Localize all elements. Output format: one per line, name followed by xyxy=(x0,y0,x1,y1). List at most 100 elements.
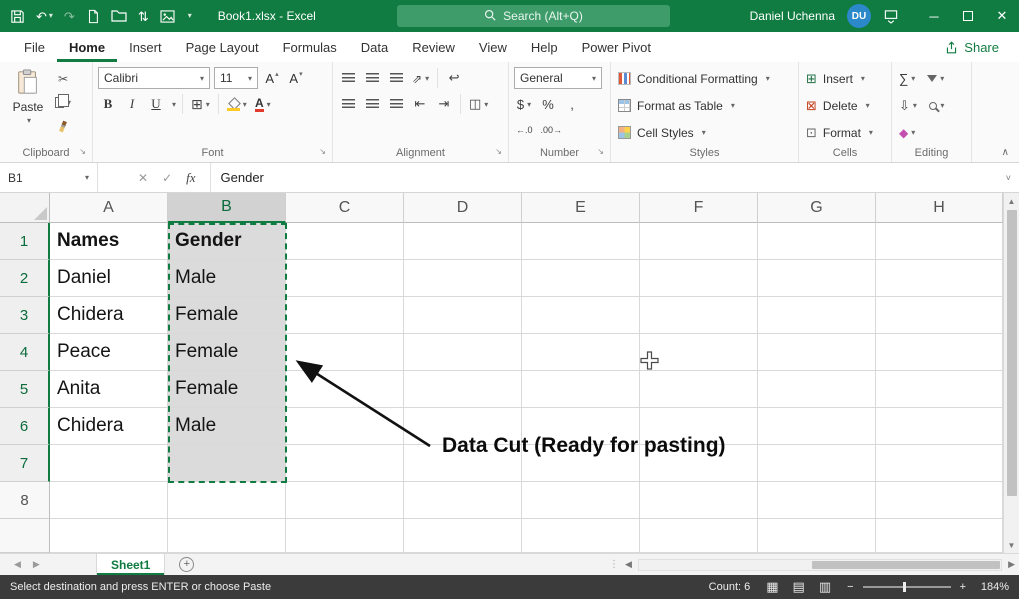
copy-button[interactable] xyxy=(53,91,73,113)
cell-E2[interactable] xyxy=(522,260,640,297)
column-header-A[interactable]: A xyxy=(50,193,168,223)
scroll-down-icon[interactable] xyxy=(1008,539,1016,551)
cell-F1[interactable] xyxy=(640,223,758,260)
row-header-7[interactable]: 7 xyxy=(0,445,50,482)
splitter-icon[interactable]: ⋮ xyxy=(609,559,619,570)
user-name[interactable]: Daniel Uchenna xyxy=(750,9,835,23)
redo-button[interactable]: ↷ xyxy=(64,10,75,23)
comma-style-button[interactable]: , xyxy=(562,93,582,115)
cell-C3[interactable] xyxy=(286,297,404,334)
cell-C8[interactable] xyxy=(286,482,404,519)
cell-E8[interactable] xyxy=(522,482,640,519)
cell-D8[interactable] xyxy=(404,482,522,519)
cell-G3[interactable] xyxy=(758,297,876,334)
cell-F5[interactable] xyxy=(640,371,758,408)
number-format-select[interactable]: General xyxy=(514,67,602,89)
column-header-D[interactable]: D xyxy=(404,193,522,223)
accounting-format-button[interactable]: $ xyxy=(514,93,534,115)
cell-A3[interactable]: Chidera xyxy=(50,297,168,334)
tab-review[interactable]: Review xyxy=(400,32,467,62)
zoom-slider[interactable] xyxy=(863,586,951,588)
cell-H9[interactable] xyxy=(876,519,1003,553)
cell-E7[interactable] xyxy=(522,445,640,482)
tab-view[interactable]: View xyxy=(467,32,519,62)
align-right-button[interactable] xyxy=(386,93,406,115)
cell-F2[interactable] xyxy=(640,260,758,297)
page-break-view-icon[interactable]: ▥ xyxy=(819,579,831,595)
vertical-scroll-thumb[interactable] xyxy=(1007,210,1017,496)
cell-C4[interactable] xyxy=(286,334,404,371)
tab-insert[interactable]: Insert xyxy=(117,32,174,62)
cell-A4[interactable]: Peace xyxy=(50,334,168,371)
cell-C7[interactable] xyxy=(286,445,404,482)
picture-icon[interactable] xyxy=(160,10,175,23)
insert-function-icon[interactable]: fx xyxy=(186,170,195,186)
new-file-icon[interactable] xyxy=(86,9,100,24)
delete-cells-button[interactable]: Delete xyxy=(804,94,872,117)
bold-button[interactable]: B xyxy=(98,93,118,115)
zoom-level[interactable]: 184% xyxy=(975,581,1009,593)
cell-H7[interactable] xyxy=(876,445,1003,482)
italic-button[interactable]: I xyxy=(122,93,142,115)
cell-A1[interactable]: Names xyxy=(50,223,168,260)
decrease-decimal-button[interactable]: .00→ xyxy=(539,119,565,141)
cell-G8[interactable] xyxy=(758,482,876,519)
prev-sheet-icon[interactable]: ◀ xyxy=(14,559,21,570)
format-painter-button[interactable] xyxy=(53,115,73,137)
align-top-button[interactable] xyxy=(338,67,358,89)
cell-A7[interactable] xyxy=(50,445,168,482)
tab-help[interactable]: Help xyxy=(519,32,570,62)
increase-indent-button[interactable] xyxy=(434,93,454,115)
open-folder-icon[interactable] xyxy=(111,9,127,23)
cell-E6[interactable] xyxy=(522,408,640,445)
cell-F7[interactable] xyxy=(640,445,758,482)
row-header-3[interactable]: 3 xyxy=(0,297,50,334)
save-icon[interactable] xyxy=(10,9,25,24)
cell-D2[interactable] xyxy=(404,260,522,297)
increase-decimal-button[interactable]: ←.0 xyxy=(514,119,535,141)
font-size-select[interactable]: 11 xyxy=(214,67,258,89)
font-name-select[interactable]: Calibri xyxy=(98,67,210,89)
row-header-2[interactable]: 2 xyxy=(0,260,50,297)
column-header-B[interactable]: B xyxy=(168,193,286,223)
cell-H6[interactable] xyxy=(876,408,1003,445)
cell-D5[interactable] xyxy=(404,371,522,408)
tab-file[interactable]: File xyxy=(12,32,57,62)
minimize-button[interactable]: ─ xyxy=(917,0,951,32)
cell-C2[interactable] xyxy=(286,260,404,297)
zoom-out-button[interactable]: − xyxy=(847,581,853,593)
orientation-button[interactable] xyxy=(410,67,431,89)
cell-E9[interactable] xyxy=(522,519,640,553)
cell-F6[interactable] xyxy=(640,408,758,445)
cell-F4[interactable] xyxy=(640,334,758,371)
enter-icon[interactable]: ✓ xyxy=(162,171,172,185)
next-sheet-icon[interactable]: ▶ xyxy=(33,559,40,570)
cell-H5[interactable] xyxy=(876,371,1003,408)
wrap-text-button[interactable] xyxy=(444,67,464,89)
sort-filter-button[interactable] xyxy=(925,68,946,90)
align-left-button[interactable] xyxy=(338,93,358,115)
sheet-tab-sheet1[interactable]: Sheet1 xyxy=(96,554,165,575)
align-center-button[interactable] xyxy=(362,93,382,115)
avatar[interactable]: DU xyxy=(847,4,871,28)
merge-center-button[interactable] xyxy=(467,93,490,115)
cell-E5[interactable] xyxy=(522,371,640,408)
cell-D7[interactable] xyxy=(404,445,522,482)
insert-cells-button[interactable]: Insert xyxy=(804,67,867,90)
cell-C9[interactable] xyxy=(286,519,404,553)
decrease-indent-button[interactable] xyxy=(410,93,430,115)
percent-style-button[interactable]: % xyxy=(538,93,558,115)
tab-home[interactable]: Home xyxy=(57,32,117,62)
cell-D3[interactable] xyxy=(404,297,522,334)
scroll-right-icon[interactable]: ▶ xyxy=(1008,559,1015,570)
cell-F9[interactable] xyxy=(640,519,758,553)
scroll-left-icon[interactable]: ◀ xyxy=(625,559,632,570)
borders-button[interactable] xyxy=(189,93,212,115)
collapse-ribbon-button[interactable] xyxy=(1002,147,1009,158)
cell-B1[interactable]: Gender xyxy=(168,223,286,260)
cell-B6[interactable]: Male xyxy=(168,408,286,445)
close-button[interactable]: ✕ xyxy=(985,0,1019,32)
column-header-H[interactable]: H xyxy=(876,193,1003,223)
conditional-formatting-button[interactable]: Conditional Formatting xyxy=(616,67,772,90)
cell-A6[interactable]: Chidera xyxy=(50,408,168,445)
